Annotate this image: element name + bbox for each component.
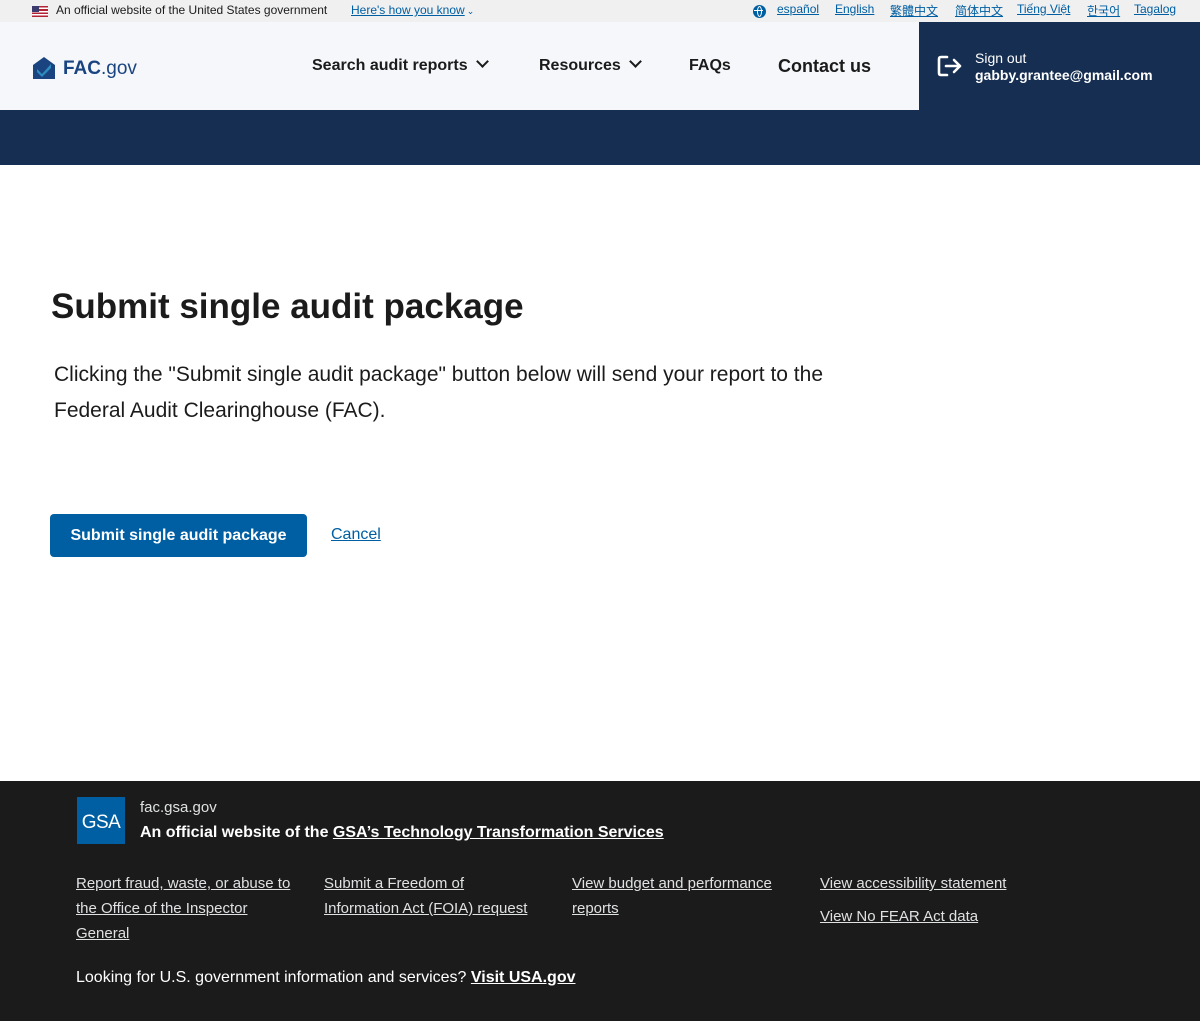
- usa-gov-link[interactable]: Visit USA.gov: [471, 969, 576, 986]
- chevron-down-icon: [475, 55, 489, 68]
- submit-audit-package-button[interactable]: Submit single audit package: [50, 514, 307, 557]
- nav-resources-label: Resources: [539, 57, 621, 74]
- footer-link-foia[interactable]: Submit a Freedom of Information Act (FOI…: [324, 871, 539, 921]
- us-flag-icon: [32, 6, 48, 17]
- usa-gov-prompt: Looking for U.S. government information …: [76, 969, 576, 987]
- gov-banner: An official website of the United States…: [0, 0, 1200, 22]
- lang-english[interactable]: English: [835, 2, 874, 16]
- lang-espanol[interactable]: español: [777, 2, 819, 16]
- user-email: gabby.grantee@gmail.com: [975, 67, 1153, 83]
- nav-search-audit-reports[interactable]: Search audit reports: [312, 55, 489, 75]
- sign-out-icon: [937, 55, 962, 77]
- fac-logo-text: FAC.gov: [63, 58, 137, 80]
- nav-contact-us[interactable]: Contact us: [778, 56, 871, 77]
- globe-icon: [753, 5, 766, 18]
- chevron-down-icon: ⌄: [466, 6, 475, 16]
- gov-banner-text: An official website of the United States…: [56, 3, 328, 17]
- lang-simplified-chinese[interactable]: 简体中文: [955, 2, 1003, 19]
- logo-gov: .gov: [101, 58, 137, 79]
- footer-link-accessibility[interactable]: View accessibility statement: [820, 871, 1050, 896]
- how-you-know-link[interactable]: Here's how you know ⌄: [351, 3, 474, 17]
- footer-link-report-fraud[interactable]: Report fraud, waste, or abuse to the Off…: [76, 871, 291, 946]
- cancel-link[interactable]: Cancel: [331, 526, 381, 544]
- page-title: Submit single audit package: [51, 287, 524, 326]
- logo-fac: FAC: [63, 58, 101, 79]
- fac-logo-icon: [33, 57, 55, 79]
- footer-link-budget[interactable]: View budget and performance reports: [572, 871, 787, 921]
- lang-korean[interactable]: 한국어: [1087, 2, 1120, 19]
- nav-resources[interactable]: Resources: [539, 55, 642, 75]
- footer-site-url: fac.gsa.gov: [140, 799, 217, 816]
- chevron-down-icon: [628, 55, 642, 68]
- site-footer: GSA fac.gsa.gov An official website of t…: [0, 781, 1200, 1021]
- lang-traditional-chinese[interactable]: 繁體中文: [890, 2, 938, 19]
- footer-link-no-fear[interactable]: View No FEAR Act data: [820, 904, 1050, 929]
- official-prefix: An official website of the: [140, 824, 333, 841]
- lang-vietnamese[interactable]: Tiếng Việt: [1017, 2, 1070, 16]
- sign-out-button[interactable]: Sign out gabby.grantee@gmail.com: [919, 22, 1200, 110]
- how-you-know-label: Here's how you know: [351, 3, 465, 17]
- nav-faqs[interactable]: FAQs: [689, 57, 731, 75]
- tts-link[interactable]: GSA’s Technology Transformation Services: [333, 824, 664, 841]
- nav-search-label: Search audit reports: [312, 57, 468, 74]
- lang-tagalog[interactable]: Tagalog: [1134, 2, 1176, 16]
- usa-gov-prefix: Looking for U.S. government information …: [76, 969, 471, 986]
- gsa-logo: GSA: [77, 797, 125, 844]
- hero-band: [0, 110, 1200, 165]
- sign-out-label: Sign out: [975, 50, 1027, 66]
- official-website-text: An official website of the GSA’s Technol…: [140, 824, 664, 842]
- intro-text: Clicking the "Submit single audit packag…: [54, 363, 824, 422]
